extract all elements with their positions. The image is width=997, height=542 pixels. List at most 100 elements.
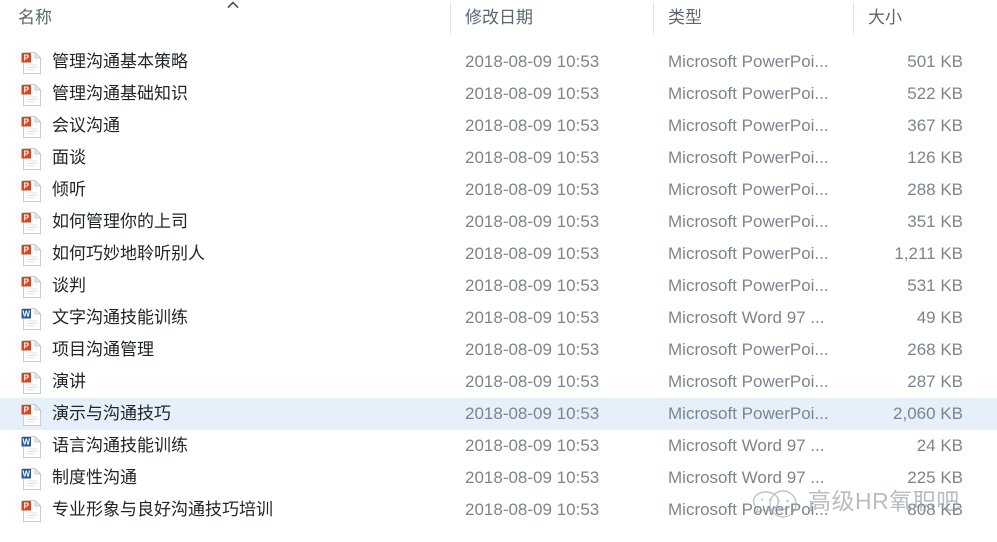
file-row[interactable]: P 项目沟通管理 2018-08-09 10:53 Microsoft PowerPo… (0, 334, 997, 366)
file-row[interactable]: P 倾听 2018-08-09 10:53 Microsoft PowerPoi...… (0, 174, 997, 206)
svg-text:W: W (22, 469, 30, 478)
powerpoint-file-icon: P (20, 83, 44, 107)
file-size-cell: 351 KB (907, 212, 963, 231)
word-file-icon: W (20, 467, 44, 491)
file-date-modified-cell: 2018-08-09 10:53 (465, 372, 600, 391)
file-type-cell: Microsoft PowerPoi... (668, 84, 829, 103)
column-divider-1[interactable] (450, 2, 451, 34)
powerpoint-file-icon: P (20, 211, 44, 235)
file-name-cell: 演讲 (52, 372, 86, 391)
column-divider-2[interactable] (653, 2, 654, 34)
file-type-cell: Microsoft PowerPoi... (668, 148, 829, 167)
file-row[interactable]: P 谈判 2018-08-09 10:53 Microsoft PowerPoi...… (0, 270, 997, 302)
file-row[interactable]: P 专业形象与良好沟通技巧培训 2018-08-09 10:53 Microsoft … (0, 494, 997, 526)
file-type-cell: Microsoft PowerPoi... (668, 244, 829, 263)
powerpoint-file-icon: P (20, 147, 44, 171)
file-row[interactable]: W 文字沟通技能训练 2018-08-09 10:53 Microsoft Word … (0, 302, 997, 334)
file-type-cell: Microsoft PowerPoi... (668, 212, 829, 231)
powerpoint-file-icon: P (20, 499, 44, 523)
file-explorer-list-view: 名称 修改日期 类型 大小 P 管理沟通基本策略 2018-08-09 10:53 M… (0, 0, 997, 542)
column-header-type[interactable]: 类型 (668, 0, 843, 36)
file-type-cell: Microsoft Word 97 ... (668, 308, 825, 327)
file-list: P 管理沟通基本策略 2018-08-09 10:53 Microsoft Power… (0, 46, 997, 526)
file-row[interactable]: P 如何巧妙地聆听别人 2018-08-09 10:53 Microsoft Powe… (0, 238, 997, 270)
file-type-cell: Microsoft Word 97 ... (668, 468, 825, 487)
file-size-cell: 2,060 KB (893, 404, 963, 423)
file-size-cell: 287 KB (907, 372, 963, 391)
file-date-modified-cell: 2018-08-09 10:53 (465, 500, 600, 519)
powerpoint-file-icon: P (20, 275, 44, 299)
powerpoint-file-icon: P (20, 115, 44, 139)
file-name-cell: 专业形象与良好沟通技巧培训 (52, 500, 273, 519)
file-name-cell: 倾听 (52, 180, 86, 199)
file-row[interactable]: P 管理沟通基础知识 2018-08-09 10:53 Microsoft Power… (0, 78, 997, 110)
file-name-cell: 谈判 (52, 276, 86, 295)
file-type-cell: Microsoft PowerPoi... (668, 500, 829, 519)
svg-text:P: P (24, 85, 30, 94)
file-row[interactable]: P 演示与沟通技巧 2018-08-09 10:53 Microsoft PowerP… (0, 398, 997, 430)
file-name-cell: 语言沟通技能训练 (52, 436, 188, 455)
file-row[interactable]: W 制度性沟通 2018-08-09 10:53 Microsoft Word 97 … (0, 462, 997, 494)
file-date-modified-cell: 2018-08-09 10:53 (465, 308, 600, 327)
file-name-cell: 制度性沟通 (52, 468, 137, 487)
file-name-cell: 管理沟通基础知识 (52, 84, 188, 103)
svg-text:P: P (24, 341, 30, 350)
file-name-cell: 演示与沟通技巧 (52, 404, 171, 423)
file-size-cell: 531 KB (907, 276, 963, 295)
column-header-size[interactable]: 大小 (868, 0, 988, 36)
file-row[interactable]: P 面谈 2018-08-09 10:53 Microsoft PowerPoi...… (0, 142, 997, 174)
file-size-cell: 501 KB (907, 52, 963, 71)
svg-text:P: P (24, 501, 30, 510)
svg-text:P: P (24, 117, 30, 126)
svg-text:P: P (24, 373, 30, 382)
file-type-cell: Microsoft PowerPoi... (668, 180, 829, 199)
file-size-cell: 808 KB (907, 500, 963, 519)
column-header-name[interactable]: 名称 (18, 0, 438, 36)
file-date-modified-cell: 2018-08-09 10:53 (465, 148, 600, 167)
powerpoint-file-icon: P (20, 179, 44, 203)
powerpoint-file-icon: P (20, 51, 44, 75)
file-size-cell: 126 KB (907, 148, 963, 167)
file-size-cell: 1,211 KB (894, 244, 963, 263)
file-type-cell: Microsoft PowerPoi... (668, 52, 829, 71)
file-size-cell: 288 KB (907, 180, 963, 199)
file-date-modified-cell: 2018-08-09 10:53 (465, 52, 600, 71)
svg-text:P: P (24, 405, 30, 414)
file-name-cell: 会议沟通 (52, 116, 120, 135)
powerpoint-file-icon: P (20, 403, 44, 427)
file-date-modified-cell: 2018-08-09 10:53 (465, 340, 600, 359)
file-type-cell: Microsoft PowerPoi... (668, 340, 829, 359)
file-size-cell: 49 KB (916, 308, 963, 327)
file-name-cell: 面谈 (52, 148, 86, 167)
file-size-cell: 225 KB (907, 468, 963, 487)
file-date-modified-cell: 2018-08-09 10:53 (465, 180, 600, 199)
word-file-icon: W (20, 435, 44, 459)
file-row[interactable]: P 管理沟通基本策略 2018-08-09 10:53 Microsoft Power… (0, 46, 997, 78)
svg-text:W: W (22, 437, 30, 446)
svg-text:P: P (24, 181, 30, 190)
column-divider-3[interactable] (853, 2, 854, 34)
column-header-date-modified[interactable]: 修改日期 (465, 0, 645, 36)
file-date-modified-cell: 2018-08-09 10:53 (465, 244, 600, 263)
file-type-cell: Microsoft PowerPoi... (668, 372, 829, 391)
file-row[interactable]: P 如何管理你的上司 2018-08-09 10:53 Microsoft Power… (0, 206, 997, 238)
powerpoint-file-icon: P (20, 243, 44, 267)
powerpoint-file-icon: P (20, 339, 44, 363)
file-name-cell: 管理沟通基本策略 (52, 52, 188, 71)
file-row[interactable]: P 会议沟通 2018-08-09 10:53 Microsoft PowerPoi.… (0, 110, 997, 142)
file-size-cell: 367 KB (907, 116, 963, 135)
file-row[interactable]: W 语言沟通技能训练 2018-08-09 10:53 Microsoft Word … (0, 430, 997, 462)
file-date-modified-cell: 2018-08-09 10:53 (465, 436, 600, 455)
file-size-cell: 268 KB (907, 340, 963, 359)
file-name-cell: 如何巧妙地聆听别人 (52, 244, 205, 263)
word-file-icon: W (20, 307, 44, 331)
file-size-cell: 522 KB (907, 84, 963, 103)
file-type-cell: Microsoft Word 97 ... (668, 436, 825, 455)
svg-text:P: P (24, 53, 30, 62)
file-row[interactable]: P 演讲 2018-08-09 10:53 Microsoft PowerPoi...… (0, 366, 997, 398)
file-date-modified-cell: 2018-08-09 10:53 (465, 116, 600, 135)
file-type-cell: Microsoft PowerPoi... (668, 116, 829, 135)
svg-text:P: P (24, 277, 30, 286)
svg-text:P: P (24, 213, 30, 222)
file-size-cell: 24 KB (916, 436, 963, 455)
